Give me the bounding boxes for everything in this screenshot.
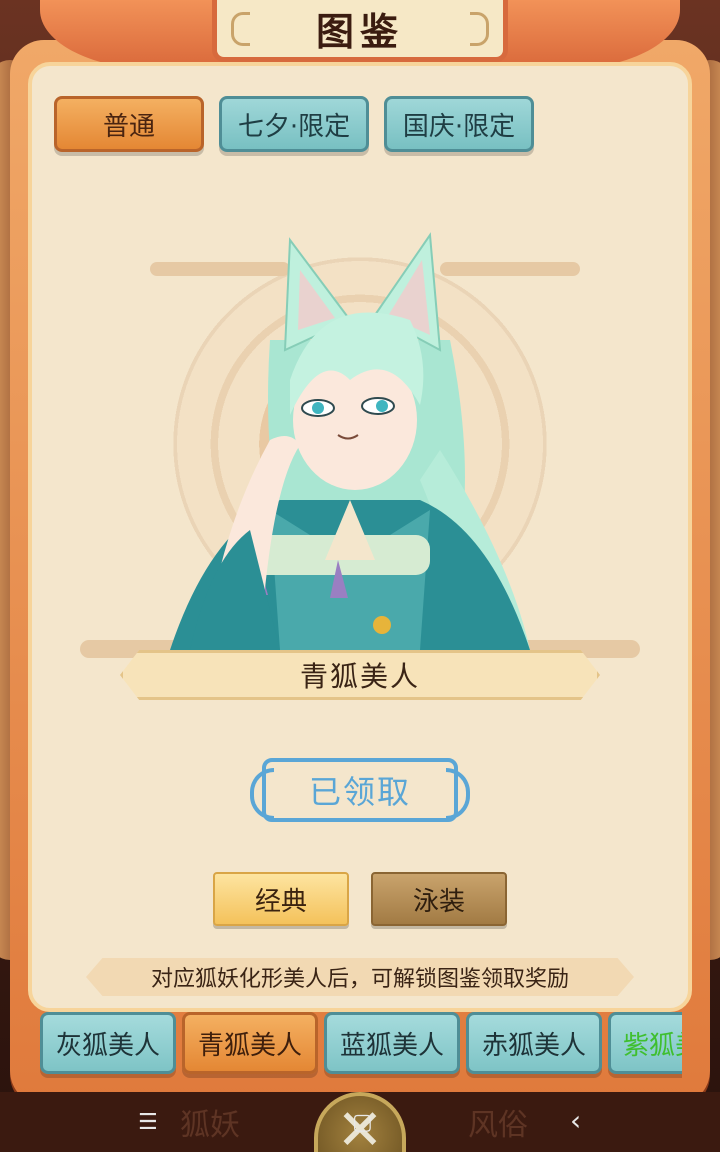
fox-tab-red[interactable]: 赤狐美人 — [466, 1012, 602, 1074]
fox-tab-label: 紫狐美人 — [623, 1030, 682, 1061]
tab-label: 七夕·限定 — [237, 111, 351, 142]
fox-tab-label: 青狐美人 — [197, 1030, 302, 1061]
fox-tab-cyan[interactable]: 青狐美人 — [182, 1012, 318, 1074]
fox-tab-label: 蓝狐美人 — [339, 1030, 444, 1061]
fox-tab-label: 灰狐美人 — [55, 1030, 160, 1061]
character-name-banner: 青狐美人 — [120, 650, 600, 700]
claimed-button[interactable]: 已领取 — [250, 758, 470, 822]
tab-label: 国庆·限定 — [402, 111, 516, 142]
character-name: 青狐美人 — [299, 660, 420, 693]
style-label: 经典 — [254, 886, 307, 917]
fox-tab-grey[interactable]: 灰狐美人 — [40, 1012, 176, 1074]
unlock-hint-bar: 对应狐妖化形美人后，可解锁图鉴领取奖励 — [86, 958, 634, 996]
unlock-hint: 对应狐妖化形美人后，可解锁图鉴领取奖励 — [150, 967, 569, 992]
fox-tab-blue[interactable]: 蓝狐美人 — [324, 1012, 460, 1074]
fox-tab-label: 赤狐美人 — [481, 1030, 586, 1061]
tab-qixi-limited[interactable]: 七夕·限定 — [219, 96, 369, 152]
tab-normal[interactable]: 普通 — [54, 96, 204, 152]
style-label: 泳装 — [412, 886, 465, 917]
fox-selector-row[interactable]: 灰狐美人 青狐美人 蓝狐美人 赤狐美人 紫狐美人 — [40, 1012, 682, 1078]
style-swimsuit-button[interactable]: 泳装 — [371, 872, 507, 926]
tab-national-day-limited[interactable]: 国庆·限定 — [384, 96, 534, 152]
claimed-label: 已领取 — [308, 773, 411, 811]
page-title: 图鉴 — [315, 9, 404, 54]
fox-tab-purple[interactable]: 紫狐美人 — [608, 1012, 682, 1074]
background-caption-left: 狐妖 — [180, 1108, 240, 1143]
title-plaque: 图鉴 — [212, 0, 508, 62]
style-classic-button[interactable]: 经典 — [213, 872, 349, 926]
tab-label: 普通 — [102, 111, 155, 142]
fox-beauty-portrait — [170, 232, 530, 650]
home-icon[interactable]: ▢ — [352, 1110, 373, 1135]
back-icon[interactable]: ‹ — [570, 1104, 581, 1137]
menu-icon[interactable]: ☰ — [138, 1110, 158, 1135]
background-caption-right: 风俗 — [468, 1108, 528, 1143]
